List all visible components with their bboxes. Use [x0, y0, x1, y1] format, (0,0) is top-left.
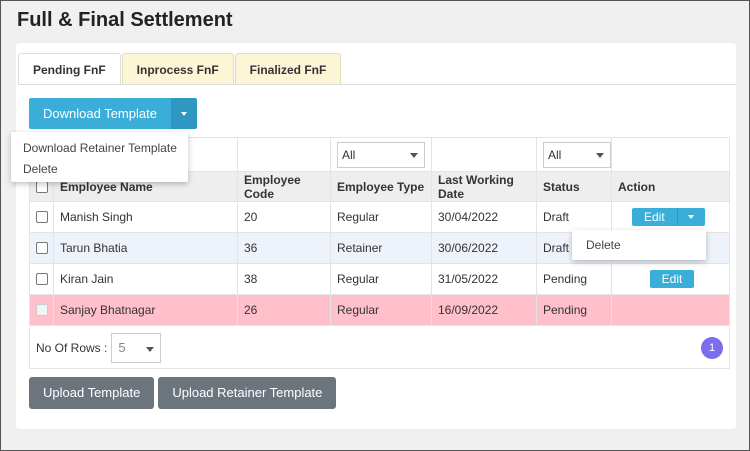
rows-per-page-select[interactable]: 5 — [111, 332, 162, 363]
status: Draft — [537, 202, 612, 232]
download-template-group: Download Template — [29, 98, 197, 129]
menu-item-delete[interactable]: Delete — [11, 159, 188, 180]
last-working-date: 30/04/2022 — [432, 202, 537, 232]
employee-type-filter-select[interactable]: All — [337, 141, 425, 168]
last-working-date: 31/05/2022 — [432, 264, 537, 294]
caret-down-icon — [688, 215, 695, 219]
status-filter-value: All — [548, 147, 562, 162]
download-template-button[interactable]: Download Template — [29, 98, 171, 129]
last-working-date: 16/09/2022 — [432, 295, 537, 325]
last-working-date: 30/06/2022 — [432, 233, 537, 263]
filter-action — [612, 138, 730, 171]
table-row: Kiran Jain 38 Regular 31/05/2022 Pending… — [29, 264, 730, 295]
page-title: Full & Final Settlement — [17, 9, 233, 31]
row-action-menu-delete[interactable]: Delete — [572, 230, 706, 260]
caret-down-icon — [180, 111, 187, 116]
upload-retainer-template-button[interactable]: Upload Retainer Template — [158, 377, 337, 409]
grid-footer: No Of Rows : 5 1 — [29, 327, 730, 369]
tab-bar: Pending FnF Inprocess FnF Finalized FnF — [18, 53, 342, 85]
status: Pending — [537, 264, 612, 294]
row-select-cell — [29, 264, 54, 294]
employee-type: Regular — [331, 264, 432, 294]
row-checkbox[interactable] — [36, 242, 48, 254]
rows-per-page-label: No Of Rows : — [36, 340, 108, 355]
employee-type-filter-value: All — [342, 147, 356, 162]
row-select-cell — [29, 233, 54, 263]
table-row: Manish Singh 20 Regular 30/04/2022 Draft… — [29, 202, 730, 233]
tab-inprocess-fnf[interactable]: Inprocess FnF — [121, 53, 234, 85]
chevron-down-icon — [596, 152, 604, 158]
action-cell: Edit — [612, 264, 730, 294]
header-status[interactable]: Status — [537, 172, 612, 201]
page-button-current[interactable]: 1 — [701, 337, 723, 359]
rows-per-page-value: 5 — [118, 339, 126, 355]
menu-item-download-retainer-template[interactable]: Download Retainer Template — [11, 138, 188, 159]
employee-code: 26 — [238, 295, 331, 325]
download-dropdown-menu: Download Retainer Template Delete — [11, 132, 188, 182]
employee-name: Manish Singh — [54, 202, 238, 232]
employee-type: Regular — [331, 202, 432, 232]
header-employee-type[interactable]: Employee Type — [331, 172, 432, 201]
table-row: Sanjay Bhatnagar 26 Regular 16/09/2022 P… — [29, 295, 730, 326]
upload-button-group: Upload Template Upload Retainer Template — [29, 377, 340, 409]
employee-code: 36 — [238, 233, 331, 263]
tab-divider — [18, 84, 736, 85]
chevron-down-icon — [410, 152, 418, 158]
employee-name: Sanjay Bhatnagar — [54, 295, 238, 325]
edit-button[interactable]: Edit — [650, 270, 694, 288]
row-select-cell — [29, 202, 54, 232]
download-dropdown-toggle[interactable] — [170, 98, 197, 129]
row-checkbox[interactable] — [36, 273, 48, 285]
filter-status-cell: All — [537, 138, 612, 171]
employee-type: Retainer — [331, 233, 432, 263]
filter-type-cell: All — [331, 138, 432, 171]
chevron-down-icon — [146, 346, 155, 352]
filter-lwd[interactable] — [432, 138, 537, 171]
status-filter-select[interactable]: All — [543, 141, 611, 168]
filter-code[interactable] — [238, 138, 331, 171]
upload-template-button[interactable]: Upload Template — [29, 377, 155, 409]
tab-finalized-fnf[interactable]: Finalized FnF — [234, 53, 342, 85]
header-action: Action — [612, 172, 730, 201]
row-checkbox[interactable] — [36, 211, 48, 223]
employee-name: Kiran Jain — [54, 264, 238, 294]
employee-code: 20 — [238, 202, 331, 232]
employee-type: Regular — [331, 295, 432, 325]
header-employee-code[interactable]: Employee Code — [238, 172, 331, 201]
tab-pending-fnf[interactable]: Pending FnF — [18, 53, 121, 85]
header-last-working-date[interactable]: Last Working Date — [432, 172, 537, 201]
edit-button[interactable]: Edit — [632, 208, 677, 226]
employee-code: 38 — [238, 264, 331, 294]
row-checkbox — [36, 304, 48, 316]
select-all-checkbox[interactable] — [36, 180, 48, 193]
edit-split-button: Edit — [632, 208, 705, 226]
employee-name: Tarun Bhatia — [54, 233, 238, 263]
edit-dropdown-toggle[interactable] — [676, 208, 705, 226]
action-cell — [612, 295, 730, 325]
action-cell: Edit — [612, 202, 730, 232]
status: Pending — [537, 295, 612, 325]
row-select-cell — [29, 295, 54, 325]
